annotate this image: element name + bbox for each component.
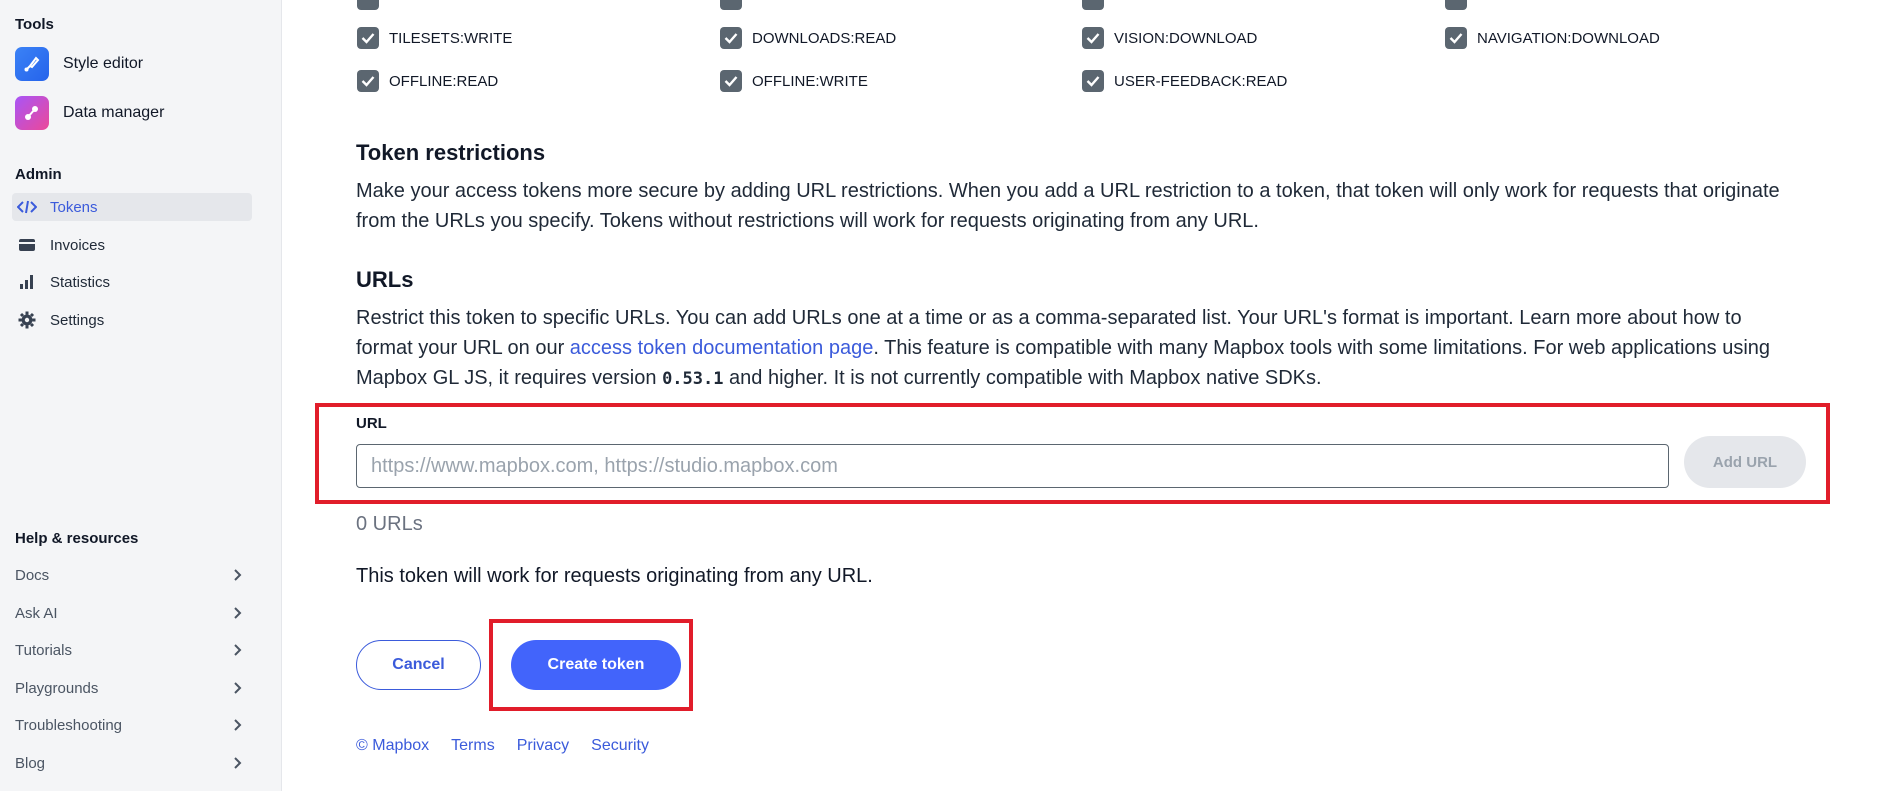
scope-label: OFFLINE:WRITE bbox=[752, 72, 868, 90]
chevron-right-icon bbox=[234, 569, 242, 581]
scope-label: OFFLINE:READ bbox=[389, 72, 499, 90]
restrictions-heading: Token restrictions bbox=[356, 140, 546, 165]
scope-checkbox[interactable]: DOWNLOADS:READ bbox=[720, 27, 896, 49]
sidebar-item-tokens[interactable]: Tokens bbox=[12, 193, 252, 221]
sidebar-item-invoices[interactable]: Invoices bbox=[12, 231, 252, 259]
sidebar-item-troubleshooting[interactable]: Troubleshooting bbox=[15, 710, 243, 740]
checkbox-checked[interactable] bbox=[357, 0, 379, 10]
checkbox-checked-icon bbox=[1082, 27, 1104, 49]
scope-checkbox[interactable]: TILESETS:WRITE bbox=[357, 27, 512, 49]
sidebar-item-label: Ask AI bbox=[15, 604, 58, 622]
url-input[interactable] bbox=[356, 444, 1669, 488]
style-editor-icon bbox=[15, 47, 49, 81]
sidebar-item-docs[interactable]: Docs bbox=[15, 560, 243, 590]
checkbox-checked-icon bbox=[357, 27, 379, 49]
footer-link-copyright[interactable]: © Mapbox bbox=[356, 737, 429, 755]
footer-link-security[interactable]: Security bbox=[591, 737, 649, 755]
sidebar-item-tutorials[interactable]: Tutorials bbox=[15, 635, 243, 665]
sidebar-item-blog[interactable]: Blog bbox=[15, 748, 243, 778]
scope-checkbox[interactable]: USER-FEEDBACK:READ bbox=[1082, 70, 1287, 92]
sidebar-item-label: Troubleshooting bbox=[15, 716, 123, 734]
sidebar-item-label: Statistics bbox=[50, 273, 111, 291]
sidebar-item-style-editor[interactable]: Style editor bbox=[15, 47, 143, 81]
footer-link-terms[interactable]: Terms bbox=[451, 737, 495, 755]
sidebar-item-label: Docs bbox=[15, 566, 50, 584]
scope-checkbox[interactable]: VISION:DOWNLOAD bbox=[1082, 27, 1257, 49]
main-content: TILESETS:WRITE DOWNLOADS:READ VISION:DOW… bbox=[282, 0, 1877, 791]
scope-checkbox[interactable]: OFFLINE:WRITE bbox=[720, 70, 868, 92]
checkbox-checked-icon bbox=[1445, 27, 1467, 49]
sidebar-item-label: Tutorials bbox=[15, 641, 72, 659]
create-token-button[interactable]: Create token bbox=[511, 640, 681, 690]
sidebar-item-label: Invoices bbox=[50, 236, 106, 254]
chevron-right-icon bbox=[234, 644, 242, 656]
sidebar-item-ask-ai[interactable]: Ask AI bbox=[15, 598, 243, 628]
access-token-docs-link[interactable]: access token documentation page bbox=[570, 337, 874, 359]
sidebar-item-label: Blog bbox=[15, 754, 46, 772]
urls-description: Restrict this token to specific URLs. Yo… bbox=[356, 303, 1801, 394]
card-icon bbox=[16, 238, 38, 252]
code-brackets-icon bbox=[16, 200, 38, 214]
add-url-button[interactable]: Add URL bbox=[1684, 436, 1806, 488]
admin-heading: Admin bbox=[15, 166, 62, 183]
cancel-button[interactable]: Cancel bbox=[356, 640, 481, 690]
sidebar-item-label: Tokens bbox=[50, 198, 98, 216]
checkbox-checked[interactable] bbox=[720, 0, 742, 10]
checkbox-checked-icon bbox=[720, 70, 742, 92]
data-manager-icon bbox=[15, 96, 49, 130]
scope-label: NAVIGATION:DOWNLOAD bbox=[1477, 29, 1660, 47]
checkbox-checked-icon bbox=[720, 27, 742, 49]
sidebar-item-statistics[interactable]: Statistics bbox=[12, 268, 252, 296]
footer: © Mapbox Terms Privacy Security bbox=[356, 737, 671, 755]
checkbox-checked[interactable] bbox=[1082, 0, 1104, 10]
sidebar-item-label: Playgrounds bbox=[15, 679, 99, 697]
chevron-right-icon bbox=[234, 607, 242, 619]
version-code: 0.53.1 bbox=[662, 369, 724, 389]
chevron-right-icon bbox=[234, 682, 242, 694]
scope-label: VISION:DOWNLOAD bbox=[1114, 29, 1258, 47]
url-field-label: URL bbox=[356, 415, 387, 432]
scope-label: TILESETS:WRITE bbox=[389, 29, 513, 47]
scope-checkbox[interactable]: OFFLINE:READ bbox=[357, 70, 498, 92]
checkbox-checked-icon bbox=[357, 70, 379, 92]
sidebar-item-settings[interactable]: Settings bbox=[12, 306, 252, 334]
sidebar: Tools Style editor Data manager Admin To… bbox=[0, 0, 282, 791]
sidebar-item-label: Style editor bbox=[63, 55, 144, 72]
chevron-right-icon bbox=[234, 757, 242, 769]
sidebar-item-data-manager[interactable]: Data manager bbox=[15, 96, 164, 130]
url-count: 0 URLs bbox=[356, 513, 423, 535]
sidebar-item-playgrounds[interactable]: Playgrounds bbox=[15, 673, 243, 703]
scope-label: USER-FEEDBACK:READ bbox=[1114, 72, 1288, 90]
sidebar-item-label: Data manager bbox=[63, 104, 165, 121]
restrictions-description: Make your access tokens more secure by a… bbox=[356, 180, 1780, 232]
urls-heading: URLs bbox=[356, 267, 414, 292]
sidebar-item-label: Settings bbox=[50, 311, 105, 329]
checkbox-checked-icon bbox=[1082, 70, 1104, 92]
tools-heading: Tools bbox=[15, 16, 54, 33]
bar-chart-icon bbox=[16, 274, 38, 290]
help-heading: Help & resources bbox=[15, 530, 139, 547]
checkbox-checked[interactable] bbox=[1445, 0, 1467, 10]
url-status-text: This token will work for requests origin… bbox=[356, 565, 873, 587]
chevron-right-icon bbox=[234, 719, 242, 731]
scope-checkbox[interactable]: NAVIGATION:DOWNLOAD bbox=[1445, 27, 1660, 49]
scope-label: DOWNLOADS:READ bbox=[752, 29, 897, 47]
urls-text-3: and higher. It is not currently compatib… bbox=[723, 367, 1322, 389]
footer-link-privacy[interactable]: Privacy bbox=[517, 737, 569, 755]
gear-icon bbox=[16, 311, 38, 329]
